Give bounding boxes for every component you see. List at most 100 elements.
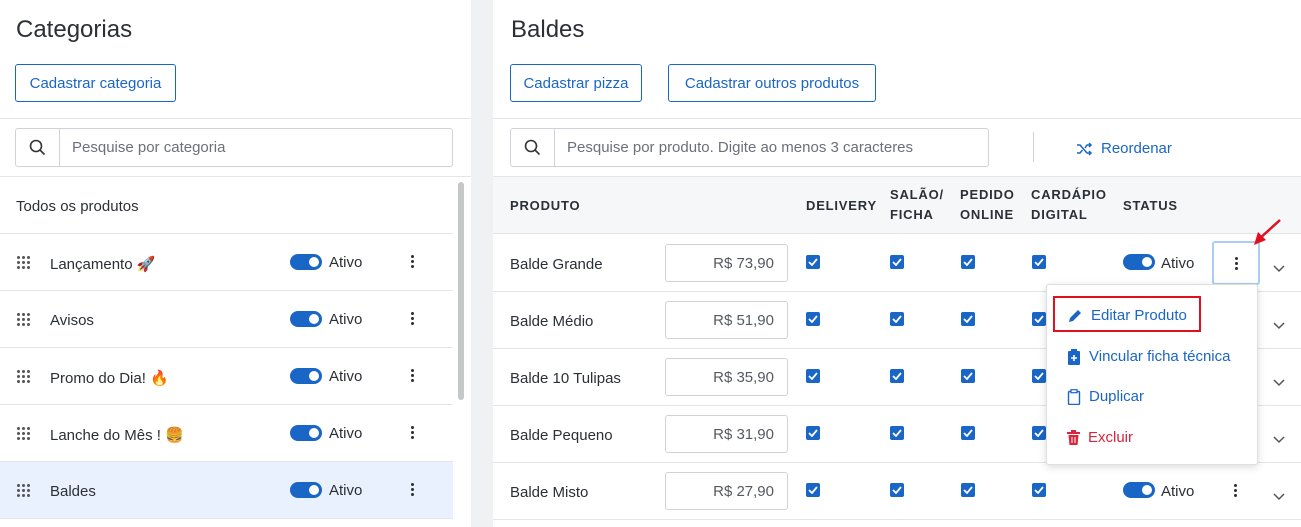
salao-checkbox[interactable] (890, 426, 904, 440)
drag-handle-icon[interactable] (17, 427, 31, 441)
col-produto: PRODUTO (510, 198, 581, 213)
col-cardapio: CARDÁPIO DIGITAL (1031, 187, 1107, 222)
price-input[interactable]: R$ 51,90 (665, 301, 788, 339)
status-toggle[interactable] (290, 482, 322, 498)
product-name: Balde Médio (510, 313, 594, 330)
divider (0, 176, 471, 177)
cardapio-checkbox[interactable] (1032, 483, 1046, 497)
menu-item-label: Vincular ficha técnica (1089, 348, 1231, 365)
add-other-products-button[interactable]: Cadastrar outros produtos (668, 64, 876, 102)
trash-icon (1067, 430, 1080, 445)
all-products-item[interactable]: Todos os produtos (16, 198, 139, 215)
copy-icon (1067, 388, 1081, 405)
salao-checkbox[interactable] (890, 483, 904, 497)
pedido-online-checkbox[interactable] (961, 369, 975, 383)
chevron-down-icon[interactable] (1273, 317, 1285, 330)
delivery-checkbox[interactable] (806, 312, 820, 326)
drag-handle-icon[interactable] (17, 370, 31, 384)
status-toggle[interactable] (1123, 482, 1155, 498)
status-toggle[interactable] (290, 425, 322, 441)
menu-item-duplicate[interactable]: Duplicar (1067, 388, 1144, 405)
delivery-checkbox[interactable] (806, 483, 820, 497)
col-salao: SALÃO/ FICHA (890, 187, 944, 222)
products-title: Baldes (511, 16, 585, 43)
chevron-down-icon[interactable] (1273, 488, 1285, 501)
pedido-online-checkbox[interactable] (961, 426, 975, 440)
category-row-selected[interactable]: Baldes Ativo (0, 462, 453, 519)
salao-checkbox[interactable] (890, 312, 904, 326)
category-name: Promo do Dia! 🔥 (50, 370, 169, 387)
menu-item-link-sheet[interactable]: Vincular ficha técnica (1067, 348, 1230, 365)
pedido-online-checkbox[interactable] (961, 255, 975, 269)
salao-checkbox[interactable] (890, 255, 904, 269)
category-row[interactable]: Lançamento 🚀 Ativo (0, 234, 453, 291)
drag-handle-icon[interactable] (17, 256, 31, 270)
status-label: Ativo (329, 482, 363, 499)
cardapio-checkbox[interactable] (1032, 255, 1046, 269)
status-label: Ativo (329, 368, 363, 385)
shuffle-icon (1077, 141, 1093, 156)
categories-panel: Categorias Cadastrar categoria Pesquise … (0, 0, 471, 527)
add-pizza-button[interactable]: Cadastrar pizza (510, 64, 642, 102)
status-toggle[interactable] (290, 254, 322, 270)
delivery-checkbox[interactable] (806, 369, 820, 383)
product-search[interactable]: Pesquise por produto. Digite ao menos 3 … (510, 128, 989, 167)
status-toggle[interactable] (290, 311, 322, 327)
pedido-online-checkbox[interactable] (961, 312, 975, 326)
chevron-down-icon[interactable] (1273, 374, 1285, 387)
drag-handle-icon[interactable] (17, 313, 31, 327)
price-input[interactable]: R$ 31,90 (665, 415, 788, 453)
product-name: Balde Grande (510, 256, 603, 273)
cardapio-checkbox[interactable] (1032, 426, 1046, 440)
chevron-down-icon[interactable] (1273, 260, 1285, 273)
scrollbar[interactable] (458, 182, 464, 400)
price-input[interactable]: R$ 35,90 (665, 358, 788, 396)
cardapio-checkbox[interactable] (1032, 312, 1046, 326)
chevron-down-icon[interactable] (1273, 431, 1285, 444)
menu-item-label: Duplicar (1089, 388, 1145, 405)
cardapio-checkbox[interactable] (1032, 369, 1046, 383)
product-search-input[interactable]: Pesquise por produto. Digite ao menos 3 … (555, 129, 988, 166)
menu-item-label: Excluir (1088, 429, 1134, 446)
category-row[interactable]: Avisos Ativo (0, 291, 453, 348)
status-toggle[interactable] (1123, 254, 1155, 270)
add-category-button[interactable]: Cadastrar categoria (15, 64, 176, 102)
more-options-icon (1235, 257, 1239, 271)
category-name: Lanche do Mês ! 🍔 (50, 427, 184, 444)
more-options-icon[interactable] (411, 426, 415, 440)
more-options-icon[interactable] (411, 255, 415, 269)
price-input[interactable]: R$ 27,90 (665, 472, 788, 510)
category-search-input[interactable]: Pesquise por categoria (60, 129, 452, 166)
search-icon (511, 129, 555, 166)
reorder-button[interactable]: Reordenar (1076, 140, 1172, 157)
drag-handle-icon[interactable] (17, 484, 31, 498)
category-row[interactable]: Promo do Dia! 🔥 Ativo (0, 348, 453, 405)
more-options-icon[interactable] (411, 312, 415, 326)
more-options-icon[interactable] (411, 369, 415, 383)
status-label: Ativo (329, 254, 363, 271)
delivery-checkbox[interactable] (806, 426, 820, 440)
category-name: Lançamento 🚀 (50, 256, 156, 273)
price-input[interactable]: R$ 73,90 (665, 244, 788, 282)
pedido-online-checkbox[interactable] (961, 483, 975, 497)
category-row[interactable]: Lanche do Mês ! 🍔 Ativo (0, 405, 453, 462)
menu-item-delete[interactable]: Excluir (1067, 429, 1133, 446)
clipboard-plus-icon (1068, 348, 1080, 365)
divider (0, 118, 471, 119)
product-name: Balde Misto (510, 484, 589, 501)
delivery-checkbox[interactable] (806, 255, 820, 269)
reorder-label: Reordenar (1101, 140, 1172, 157)
categories-title: Categorias (16, 16, 133, 43)
status-label: Ativo (1161, 255, 1195, 272)
more-options-icon[interactable] (1234, 484, 1238, 498)
divider (493, 118, 1301, 119)
more-options-icon[interactable] (411, 483, 415, 497)
highlight-box (1053, 296, 1201, 332)
status-toggle[interactable] (290, 368, 322, 384)
category-search[interactable]: Pesquise por categoria (15, 128, 453, 167)
status-label: Ativo (1161, 483, 1195, 500)
category-name: Avisos (50, 312, 94, 329)
status-label: Ativo (329, 425, 363, 442)
salao-checkbox[interactable] (890, 369, 904, 383)
status-label: Ativo (329, 311, 363, 328)
